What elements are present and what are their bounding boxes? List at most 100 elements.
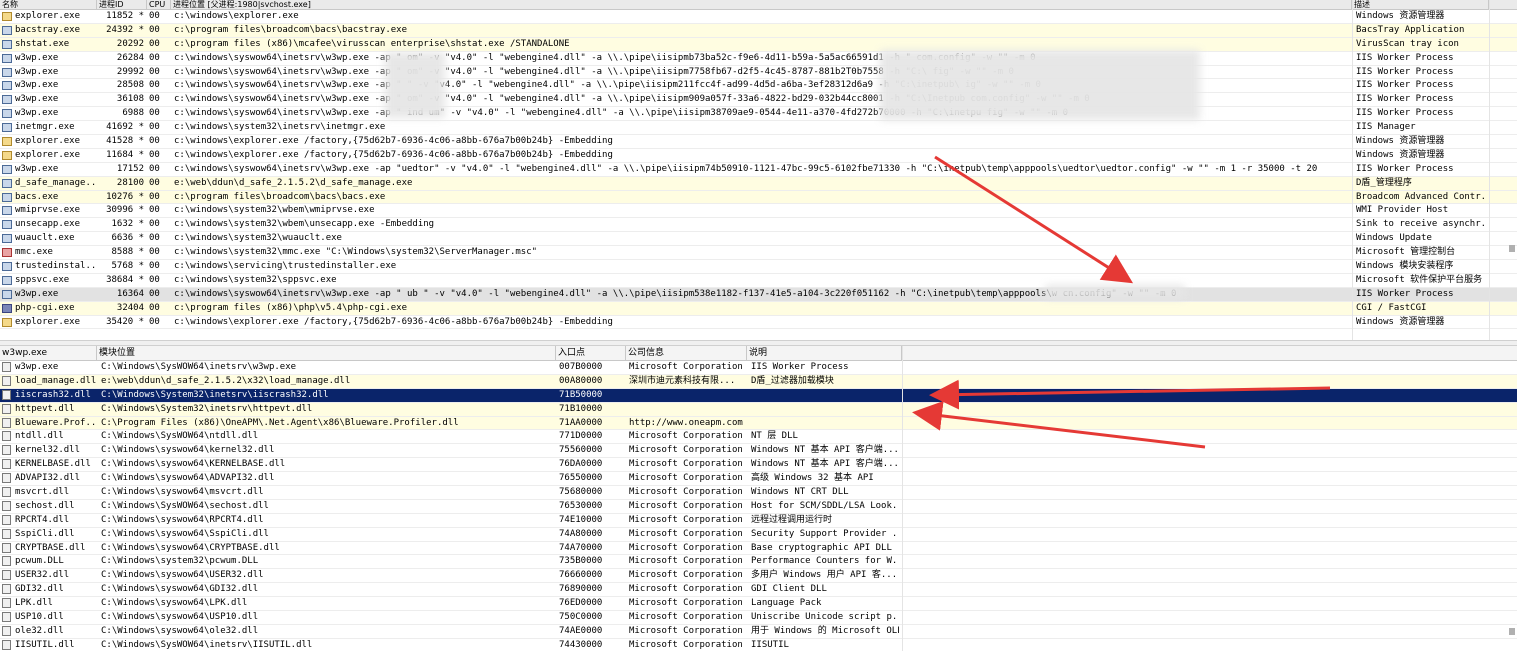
dll-file-icon (2, 514, 11, 525)
process-row[interactable]: w3wp.exe 28508 00 c:\windows\syswow64\inets… (0, 79, 1517, 94)
module-row[interactable]: IISUTIL.dll C:\Windows\SysWOW64\inetsrv\I… (0, 639, 1517, 651)
dll-file-icon (2, 375, 11, 386)
process-description: Windows 资源管理器 (1356, 149, 1445, 160)
process-cpu: 00 (149, 316, 160, 327)
process-row[interactable]: w3wp.exe 29992 00 c:\windows\syswow64\inets… (0, 66, 1517, 80)
process-cpu: 00 (149, 261, 160, 272)
process-row[interactable]: explorer.exe 11684 * 00 c:\windows\explorer… (0, 149, 1517, 163)
module-description: 高级 Windows 32 基本 API (751, 473, 874, 484)
module-company (629, 403, 744, 416)
module-name: w3wp.exe (15, 362, 59, 372)
column-header-module-desc[interactable]: 说明 (747, 346, 902, 360)
process-row[interactable]: inetmgr.exe 41692 * 00 c:\windows\system32\… (0, 121, 1517, 136)
process-row[interactable]: shstat.exe 20292 00 c:\program files (x86)\… (0, 37, 1517, 52)
process-row[interactable]: unsecapp.exe 1632 * 00 c:\windows\system32\… (0, 218, 1517, 233)
column-header-cpu[interactable]: CPU (147, 0, 171, 9)
process-row[interactable]: explorer.exe 41528 * 00 c:\windows\explorer… (0, 135, 1517, 149)
process-row[interactable]: explorer.exe 11852 * 00 c:\windows\explorer… (0, 10, 1517, 24)
process-path: c:\windows\explorer.exe /factory,{75d62b… (174, 316, 613, 327)
process-name: mmc.exe (15, 247, 53, 258)
module-row[interactable]: Blueware.Prof... C:\Program Files (x86)\O… (0, 416, 1517, 431)
column-header-company[interactable]: 公司信息 (626, 346, 747, 360)
module-row[interactable]: GDI32.dll C:\Windows\syswow64\GDI32.dll 76… (0, 583, 1517, 598)
w3wp-icon (2, 81, 12, 91)
module-row[interactable]: USP10.dll C:\Windows\syswow64\USP10.dll 75… (0, 611, 1517, 625)
module-row[interactable]: LPK.dll C:\Windows\syswow64\LPK.dll 76ED00… (0, 597, 1517, 612)
process-name: unsecapp.exe (15, 219, 81, 230)
process-name: php-cgi.exe (15, 302, 75, 313)
module-row[interactable]: msvcrt.dll C:\Windows\syswow64\msvcrt.dll… (0, 486, 1517, 500)
module-list-header: w3wp.exe 模块位置 入口点 公司信息 说明 (0, 346, 1517, 361)
module-name: KERNELBASE.dll (15, 459, 91, 470)
module-name: sechost.dll (15, 500, 75, 511)
module-company: Microsoft Corporation (629, 473, 743, 484)
process-row[interactable]: w3wp.exe 17152 00 c:\windows\syswow64\inets… (0, 163, 1517, 177)
module-name: USER32.dll (15, 570, 70, 581)
process-row[interactable]: d_safe_manage... 28100 00 e:\web\ddun\d_saf… (0, 176, 1517, 191)
process-pid: 41528 * (106, 136, 144, 147)
column-header-description[interactable]: 描述 (1352, 0, 1489, 9)
module-company: Microsoft Corporation (629, 612, 743, 623)
module-row[interactable]: ntdll.dll C:\Windows\SysWOW64\ntdll.dll 77… (0, 430, 1517, 445)
module-name: GDI32.dll (15, 584, 64, 595)
process-pid: 5768 * (111, 261, 144, 272)
inetmgr-icon (2, 123, 12, 133)
process-description: D盾_管理程序 (1356, 177, 1412, 188)
process-row[interactable]: explorer.exe 35420 * 00 c:\windows\explorer… (0, 316, 1517, 330)
module-row[interactable]: RPCRT4.dll C:\Windows\syswow64\RPCRT4.dll… (0, 514, 1517, 528)
module-name: kernel32.dll (15, 445, 81, 456)
process-row[interactable]: bacstray.exe 24392 * 00 c:\program files\br… (0, 23, 1517, 38)
process-row[interactable]: trustedinstal... 5768 * 00 c:\windows\servi… (0, 260, 1517, 274)
process-row[interactable]: sppsvc.exe 38684 * 00 c:\windows\system32\s… (0, 274, 1517, 288)
process-pid: 28508 (116, 80, 144, 91)
module-row[interactable]: kernel32.dll C:\Windows\syswow64\kernel32… (0, 444, 1517, 459)
module-row[interactable]: httpevt.dll C:\Windows\System32\inetsrv\h… (0, 402, 1517, 417)
column-header-module-name[interactable]: w3wp.exe (0, 346, 97, 360)
column-header-module-path[interactable]: 模块位置 (97, 346, 556, 360)
module-path: C:\Windows\SysWOW64\inetsrv\IISUTIL.dll (101, 639, 313, 650)
dll-file-icon (2, 417, 11, 428)
module-row[interactable]: CRYPTBASE.dll C:\Windows\syswow64\CRYPTBA… (0, 542, 1517, 556)
column-header-name[interactable]: 名称 (0, 0, 97, 9)
module-entry-point: 750C0000 (559, 612, 603, 623)
sppsvc-icon (2, 275, 12, 285)
process-row[interactable]: mmc.exe 8588 * 00 c:\windows\system32\mmc.e… (0, 246, 1517, 261)
process-row[interactable]: w3wp.exe 36108 00 c:\windows\syswow64\inets… (0, 93, 1517, 108)
module-row[interactable]: SspiCli.dll C:\Windows\syswow64\SspiCli.d… (0, 528, 1517, 542)
module-row[interactable]: sechost.dll C:\Windows\SysWOW64\sechost.d… (0, 500, 1517, 514)
process-row[interactable]: w3wp.exe 6988 00 c:\windows\syswow64\inetsr… (0, 107, 1517, 122)
process-name: w3wp.exe (15, 288, 59, 299)
module-row[interactable]: load_manage.dll e:\web\ddun\d_safe_2.1.5.… (0, 374, 1517, 389)
module-entry-point: 00A80000 (559, 375, 603, 386)
process-row[interactable]: bacs.exe 10276 * 00 c:\program files\broadc… (0, 190, 1517, 205)
process-row[interactable]: w3wp.exe 16364 00 c:\windows\syswow64\inets… (0, 287, 1517, 302)
module-description: Host for SCM/SDDL/LSA Look... (751, 500, 899, 511)
module-row[interactable]: KERNELBASE.dll C:\Windows\syswow64\KERNEL… (0, 458, 1517, 473)
process-name: trustedinstal... (15, 261, 95, 272)
column-header-path[interactable]: 进程位置 [父进程:1980|svchost.exe] (171, 0, 1352, 9)
column-header-entry-point[interactable]: 入口点 (556, 346, 626, 360)
module-row[interactable]: ADVAPI32.dll C:\Windows\syswow64\ADVAPI32… (0, 472, 1517, 487)
process-pid: 6988 (122, 108, 144, 119)
process-row[interactable]: php-cgi.exe 32404 00 c:\program files (x86)… (0, 301, 1517, 316)
module-name: USP10.dll (15, 612, 64, 623)
module-row[interactable]: pcwum.DLL C:\Windows\system32\pcwum.DLL 73… (0, 555, 1517, 570)
process-pid: 28100 (116, 177, 144, 188)
module-row[interactable]: USER32.dll C:\Windows\syswow64\USER32.dll… (0, 569, 1517, 584)
process-pid: 20292 (116, 38, 144, 49)
process-path: c:\program files\broadcom\bacs\bacstray.… (174, 24, 407, 35)
process-cpu: 00 (149, 177, 160, 188)
module-list: w3wp.exe 模块位置 入口点 公司信息 说明 w3wp.exe C:\Win… (0, 346, 1517, 651)
process-row[interactable]: w3wp.exe 26284 00 c:\windows\syswow64\inets… (0, 52, 1517, 66)
module-row[interactable]: ole32.dll C:\Windows\syswow64\ole32.dll 74… (0, 625, 1517, 639)
column-header-pid[interactable]: 进程ID (97, 0, 147, 9)
process-cpu: 00 (149, 136, 160, 147)
process-pid: 11852 * (106, 11, 144, 21)
module-row[interactable]: w3wp.exe C:\Windows\SysWOW64\inetsrv\w3wp… (0, 361, 1517, 375)
process-path: c:\windows\system32\mmc.exe "C:\Windows\… (174, 247, 538, 258)
process-row[interactable]: wuauclt.exe 6636 * 00 c:\windows\system32\w… (0, 232, 1517, 247)
process-row[interactable]: wmiprvse.exe 30996 * 00 c:\windows\system32… (0, 204, 1517, 219)
module-row[interactable]: iiscrash32.dll C:\Windows\System32\inetsr… (0, 388, 1517, 403)
process-pid: 26284 (116, 52, 144, 63)
process-pid: 8588 * (111, 247, 144, 258)
